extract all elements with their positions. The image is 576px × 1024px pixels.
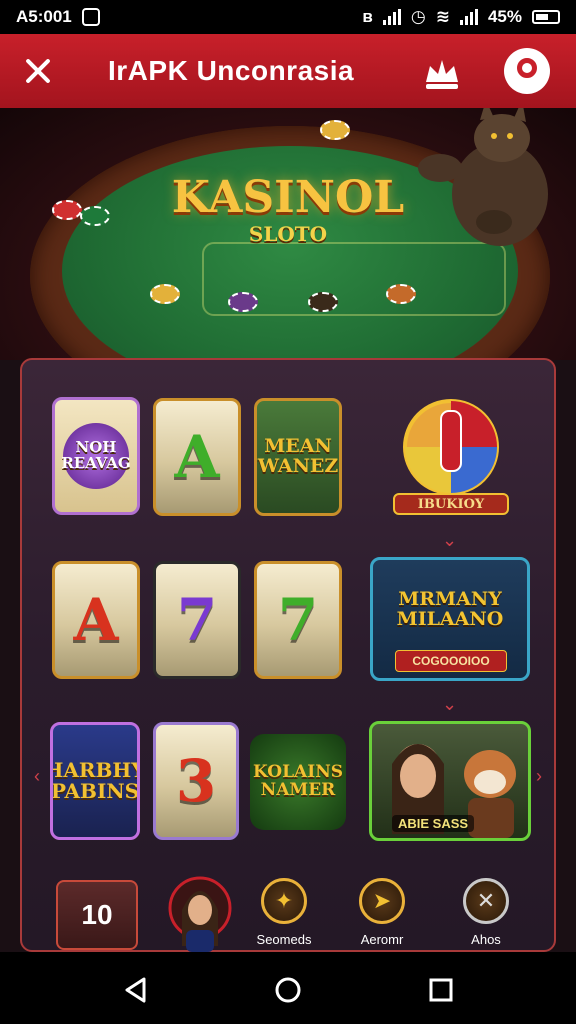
profile-button[interactable] [504, 48, 550, 94]
wheel-icon [403, 399, 499, 495]
chevron-right-icon[interactable]: › [536, 766, 542, 787]
alarm-icon: ◷ [410, 7, 426, 26]
feature-card[interactable]: ABIE SASS [369, 721, 531, 841]
battery-icon [532, 10, 560, 24]
nav-label: Seomeds [256, 932, 312, 947]
notification-icon [81, 8, 100, 26]
prize-wheel[interactable]: IBUKIOY [393, 397, 509, 515]
game-label: NOH REAVAG [61, 438, 131, 472]
home-icon[interactable] [274, 976, 302, 1004]
status-left: A5:001 [16, 7, 100, 27]
game-label: HARBHY PABINS [50, 758, 140, 803]
game-label: KOLAINS NAMER [252, 762, 344, 800]
system-navigation-bar [0, 952, 576, 1024]
chip [320, 120, 350, 140]
reel-symbol: A [73, 586, 119, 654]
nav-item-ahos[interactable]: ✕ Ahos [436, 878, 536, 947]
status-right: ʙ ◷ ≋ 45% [362, 7, 560, 27]
chip [386, 284, 416, 304]
nav-item-aeromr[interactable]: ➤ Aeromr [332, 878, 432, 947]
feature-label: ABIE SASS [392, 815, 475, 832]
chip [228, 292, 258, 312]
bird-icon: ➤ [359, 878, 405, 924]
game-tile[interactable]: KOLAINS NAMER [250, 734, 346, 830]
avatar[interactable] [168, 876, 232, 952]
bluetooth-icon: ʙ [362, 7, 373, 26]
chip [308, 292, 338, 312]
chevron-down-icon: ⌄ [442, 530, 458, 550]
nav-label: Ahos [471, 932, 501, 947]
game-tile[interactable]: MEAN WANEZ [254, 398, 342, 516]
recents-icon[interactable] [428, 977, 454, 1003]
mascot-character [418, 108, 548, 246]
promo-button[interactable]: COGOOOIOO [395, 650, 507, 672]
tools-icon: ✕ [463, 878, 509, 924]
star-icon: ✦ [261, 878, 307, 924]
game-tile[interactable]: HARBHY PABINS [50, 722, 140, 840]
reel-symbol: 7 [176, 586, 218, 654]
game-tile[interactable]: 3 [153, 722, 239, 840]
status-time: A5:001 [16, 7, 72, 26]
battery-percent: 45% [487, 7, 522, 26]
hero-banner[interactable]: KASINOL SLOTO [0, 108, 576, 360]
game-tile[interactable]: 7 [153, 561, 241, 679]
wifi-icon: ≋ [435, 7, 450, 26]
signal-icon [382, 9, 401, 25]
close-button[interactable] [20, 53, 56, 89]
nav-label: Aeromr [360, 932, 404, 947]
chevron-down-icon: ⌄ [442, 694, 458, 714]
game-tile[interactable]: A [52, 561, 140, 679]
promo-card[interactable]: MRMANY MILAANO COGOOOIOO [370, 557, 530, 681]
bottom-nav: 10 ✦ Seomeds ➤ Aeromr ✕ Ahos [20, 868, 556, 952]
wheel-label: IBUKIOY [393, 493, 509, 515]
reel-symbol: 3 [175, 747, 217, 815]
cell-signal-icon [459, 9, 478, 25]
crown-icon[interactable] [420, 52, 464, 92]
status-bar: A5:001 ʙ ◷ ≋ 45% [0, 0, 576, 34]
app-title: IrAPK Unconrasia [108, 55, 355, 86]
game-tile[interactable]: A [153, 398, 241, 516]
app-bar: IrAPK Unconrasia [0, 34, 576, 108]
game-tile[interactable]: 7 [254, 561, 342, 679]
level-badge[interactable]: 10 [56, 880, 138, 950]
chip [150, 284, 180, 304]
reel-symbol: A [174, 423, 220, 491]
game-label: MEAN WANEZ [257, 435, 339, 477]
reel-symbol: 7 [277, 586, 319, 654]
back-icon[interactable] [122, 976, 150, 1004]
promo-title: MRMANY MILAANO [396, 588, 504, 630]
chevron-left-icon[interactable]: ‹ [34, 766, 40, 787]
nav-item-seomeds[interactable]: ✦ Seomeds [234, 878, 334, 947]
game-tile[interactable]: NOH REAVAG [52, 397, 140, 515]
